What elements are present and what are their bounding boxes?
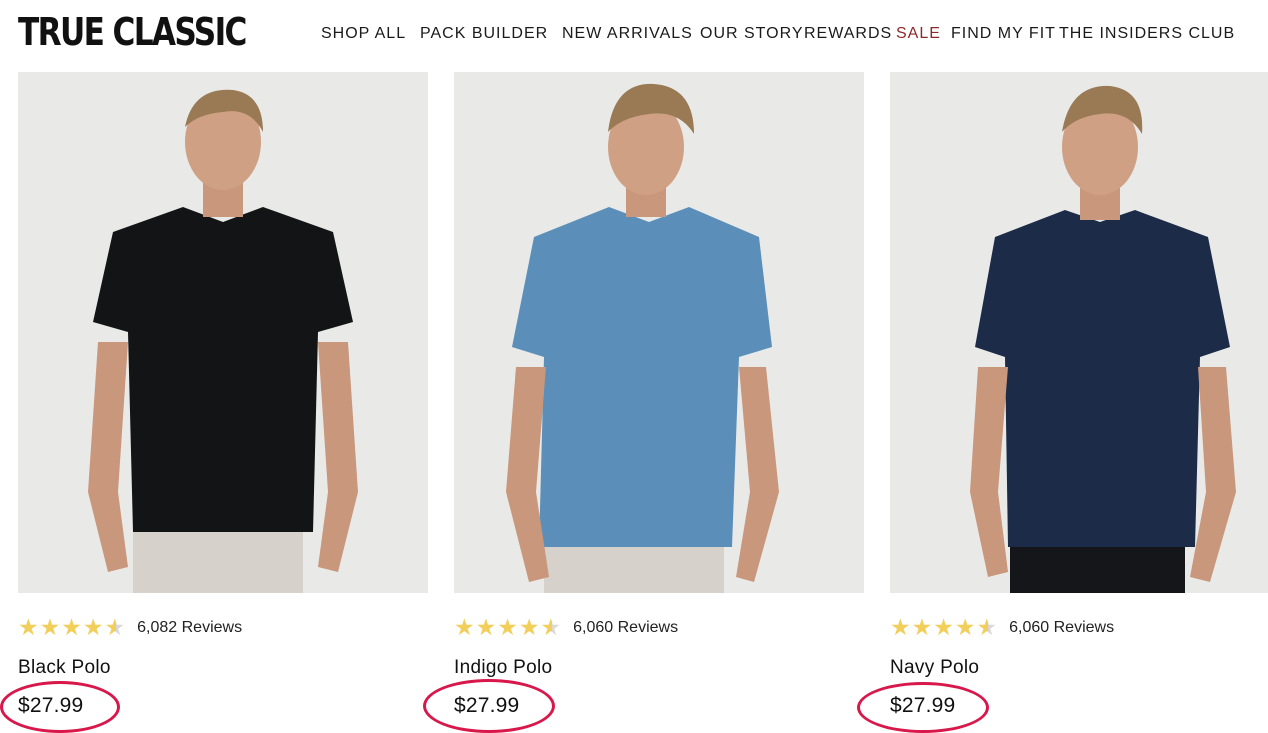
nav-rewards[interactable]: REWARDS [804, 25, 892, 43]
star-icon: ★ [954, 614, 976, 641]
product-name[interactable]: Navy Polo [890, 657, 979, 679]
product-image[interactable] [18, 72, 428, 593]
nav-shop-all[interactable]: SHOP ALL [321, 25, 406, 43]
product-name[interactable]: Black Polo [18, 657, 111, 679]
star-icon: ★ [890, 614, 911, 641]
star-icon: ★ [61, 614, 82, 641]
annotation-circle [423, 679, 555, 733]
site-header: TRUE CLASSIC SHOP ALL PACK BUILDER NEW A… [0, 0, 1268, 70]
annotation-circle [857, 682, 989, 733]
product-card[interactable]: ★ ★ ★ ★ ★ 6,082 Reviews Black Polo $27.9… [18, 72, 428, 717]
model-photo [454, 72, 864, 593]
half-star-icon: ★ [976, 614, 998, 641]
review-count[interactable]: 6,060 Reviews [1009, 619, 1114, 637]
review-count[interactable]: 6,082 Reviews [137, 619, 242, 637]
nav-our-story[interactable]: OUR STORY [700, 25, 804, 43]
star-icon: ★ [911, 614, 933, 641]
nav-new-arrivals[interactable]: NEW ARRIVALS [562, 25, 693, 43]
product-rating[interactable]: ★ ★ ★ ★ ★ 6,060 Reviews [890, 616, 1114, 640]
star-icon: ★ [933, 614, 954, 641]
product-image[interactable] [890, 72, 1268, 593]
star-rating: ★ ★ ★ ★ ★ [890, 614, 998, 641]
half-star-icon: ★ [104, 614, 126, 641]
star-icon: ★ [39, 614, 61, 641]
product-card[interactable]: ★ ★ ★ ★ ★ 6,060 Reviews Indigo Polo $27.… [454, 72, 864, 717]
model-photo [18, 72, 428, 593]
model-photo [890, 72, 1268, 593]
review-count[interactable]: 6,060 Reviews [573, 619, 678, 637]
nav-sale[interactable]: SALE [896, 25, 941, 43]
star-icon: ★ [497, 614, 518, 641]
star-icon: ★ [475, 614, 497, 641]
star-icon: ★ [18, 614, 39, 641]
star-icon: ★ [454, 614, 475, 641]
annotation-circle [0, 681, 120, 733]
product-name[interactable]: Indigo Polo [454, 657, 552, 679]
star-rating: ★ ★ ★ ★ ★ [18, 614, 126, 641]
product-image[interactable] [454, 72, 864, 593]
half-star-icon: ★ [540, 614, 562, 641]
star-icon: ★ [82, 614, 104, 641]
star-icon: ★ [518, 614, 540, 641]
product-card[interactable]: ★ ★ ★ ★ ★ 6,060 Reviews Navy Polo $27.99 [890, 72, 1268, 717]
product-rating[interactable]: ★ ★ ★ ★ ★ 6,060 Reviews [454, 616, 678, 640]
star-rating: ★ ★ ★ ★ ★ [454, 614, 562, 641]
brand-logo[interactable]: TRUE CLASSIC [18, 10, 247, 54]
nav-insiders-club[interactable]: THE INSIDERS CLUB [1059, 25, 1235, 43]
nav-find-my-fit[interactable]: FIND MY FIT [951, 25, 1056, 43]
product-rating[interactable]: ★ ★ ★ ★ ★ 6,082 Reviews [18, 616, 242, 640]
nav-pack-builder[interactable]: PACK BUILDER [420, 25, 548, 43]
